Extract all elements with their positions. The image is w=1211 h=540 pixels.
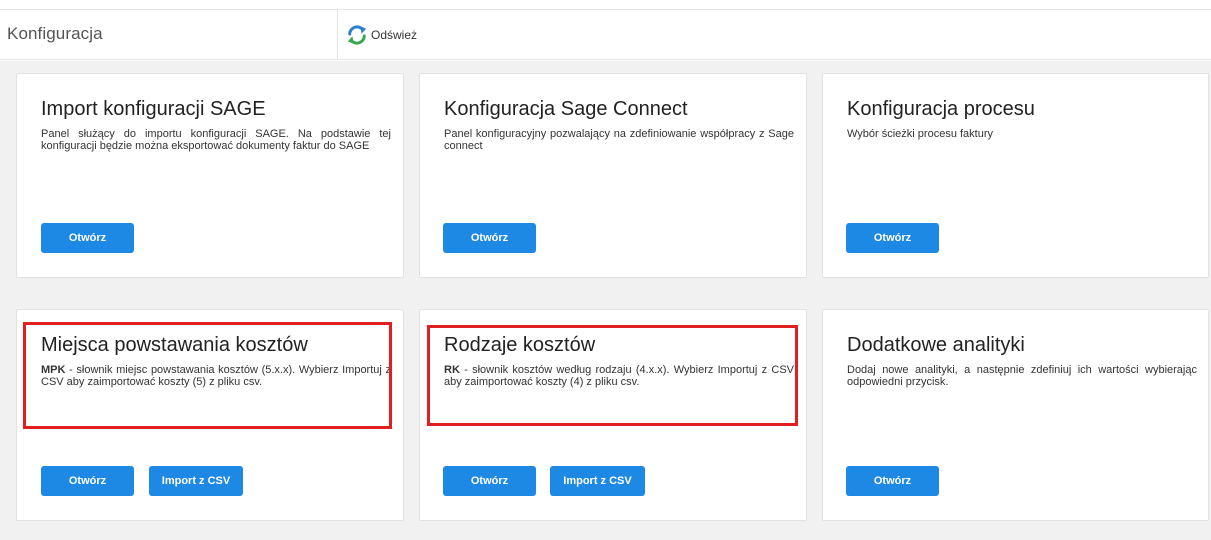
open-button[interactable]: Otwórz: [41, 223, 134, 253]
card-title: Import konfiguracji SAGE: [41, 98, 266, 120]
open-button[interactable]: Otwórz: [846, 223, 939, 253]
card-process-config: Konfiguracja procesu Wybór ścieżki proce…: [822, 73, 1209, 278]
header-divider: [337, 10, 338, 59]
import-csv-button[interactable]: Import z CSV: [149, 466, 243, 496]
card-title: Konfiguracja procesu: [847, 98, 1035, 120]
card-title: Konfiguracja Sage Connect: [444, 98, 688, 120]
page-header: Konfiguracja Odśwież: [0, 9, 1211, 60]
refresh-label: Odśwież: [371, 28, 418, 42]
card-sage-connect: Konfiguracja Sage Connect Panel konfigur…: [419, 73, 807, 278]
refresh-button[interactable]: Odśwież: [346, 23, 417, 47]
card-title: Dodatkowe analityki: [847, 334, 1025, 356]
card-rk: Rodzaje kosztów RK - słownik kosztów wed…: [419, 309, 807, 521]
open-button[interactable]: Otwórz: [846, 466, 939, 496]
card-mpk: Miejsca powstawania kosztów MPK - słowni…: [16, 309, 404, 521]
open-button[interactable]: Otwórz: [443, 223, 536, 253]
card-description: RK - słownik kosztów według rodzaju (4.x…: [444, 364, 794, 388]
page-title: Konfiguracja: [7, 24, 103, 43]
card-title: Miejsca powstawania kosztów: [41, 334, 308, 356]
refresh-icon: [347, 25, 367, 45]
card-description: Dodaj nowe analityki, a następnie zdefin…: [847, 364, 1197, 388]
card-title: Rodzaje kosztów: [444, 334, 596, 356]
card-description: Wybór ścieżki procesu faktury: [847, 128, 994, 140]
card-description: Panel konfiguracyjny pozwalający na zdef…: [444, 128, 794, 152]
card-description: Panel służący do importu konfiguracji SA…: [41, 128, 391, 152]
open-button[interactable]: Otwórz: [443, 466, 536, 496]
main-content: Import konfiguracji SAGE Panel służący d…: [0, 61, 1211, 540]
card-additional-analytics: Dodatkowe analityki Dodaj nowe analityki…: [822, 309, 1209, 521]
card-description: MPK - słownik miejsc powstawania kosztów…: [41, 364, 391, 388]
import-csv-button[interactable]: Import z CSV: [550, 466, 645, 496]
open-button[interactable]: Otwórz: [41, 466, 134, 496]
card-import-sage: Import konfiguracji SAGE Panel służący d…: [16, 73, 404, 278]
